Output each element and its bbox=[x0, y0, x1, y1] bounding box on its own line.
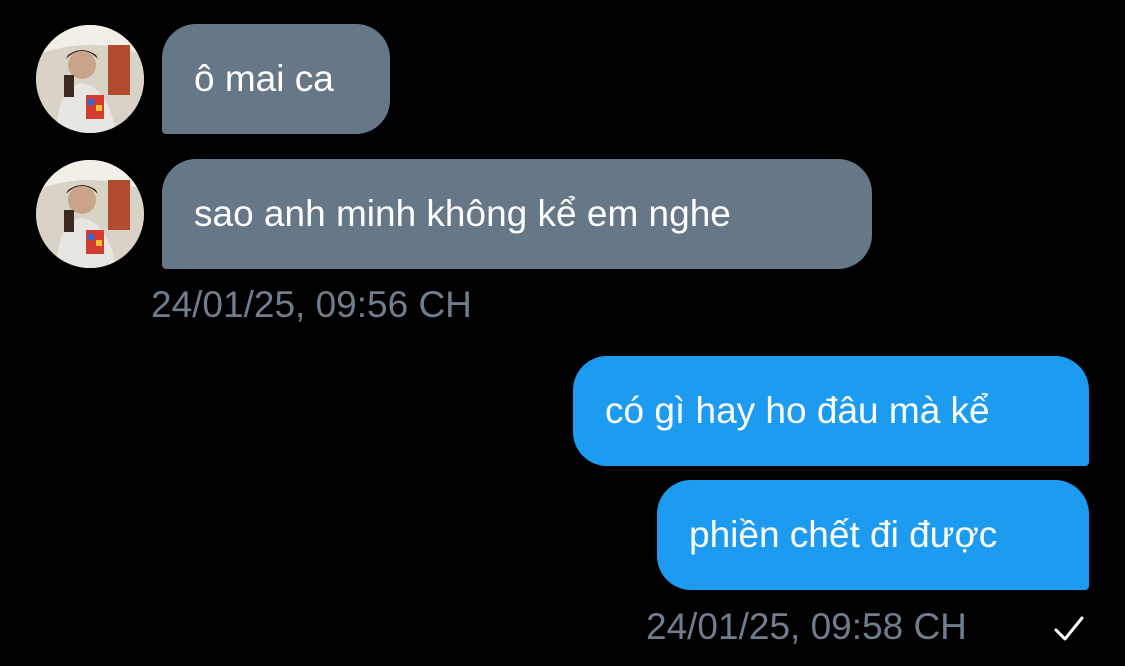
message-text: phiền chết đi được bbox=[689, 514, 998, 555]
incoming-message-bubble[interactable]: sao anh minh không kể em nghe bbox=[162, 159, 872, 269]
check-icon bbox=[1054, 616, 1084, 641]
message-timestamp: 24/01/25, 09:56 CH bbox=[151, 284, 472, 325]
outgoing-message-bubble[interactable]: có gì hay ho đâu mà kể bbox=[573, 356, 1089, 466]
outgoing-message-bubble[interactable]: phiền chết đi được bbox=[657, 480, 1089, 590]
incoming-message-bubble[interactable]: ô mai ca bbox=[162, 24, 390, 134]
message-text: có gì hay ho đâu mà kể bbox=[605, 390, 990, 431]
sender-avatar[interactable] bbox=[36, 25, 144, 133]
sender-avatar[interactable] bbox=[36, 160, 144, 268]
message-text: sao anh minh không kể em nghe bbox=[194, 193, 731, 234]
avatar-photo-icon bbox=[36, 25, 144, 133]
avatar-photo-icon bbox=[36, 160, 144, 268]
message-timestamp: 24/01/25, 09:58 CH bbox=[646, 606, 967, 647]
message-text: ô mai ca bbox=[194, 58, 334, 99]
